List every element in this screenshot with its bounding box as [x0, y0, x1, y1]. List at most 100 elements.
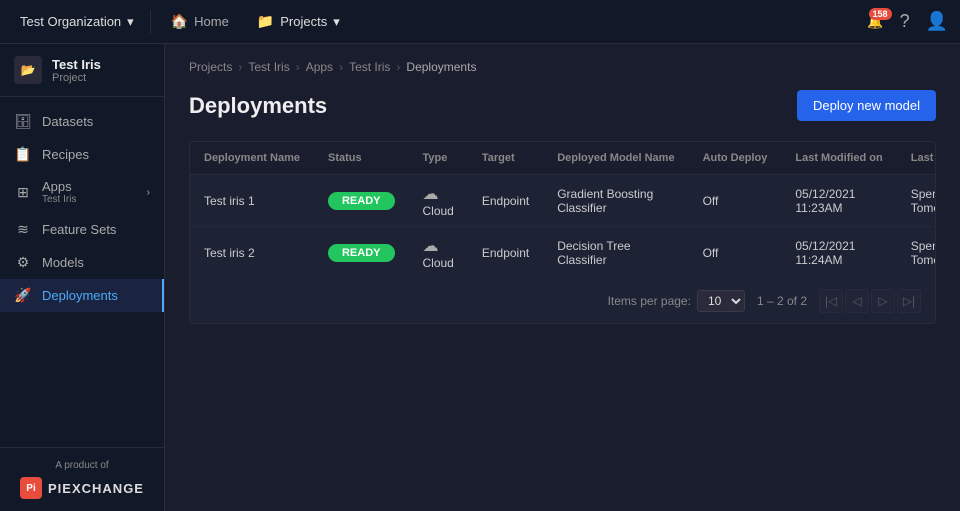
page-header: Deployments Deploy new model — [189, 90, 936, 121]
breadcrumb-sep-1: › — [238, 60, 242, 74]
main-content: Projects › Test Iris › Apps › Test Iris … — [165, 44, 960, 511]
sidebar-item-label: Deployments — [42, 288, 118, 303]
cell-modified-by: Spencer Tomers — [897, 227, 936, 279]
items-per-page-label: Items per page: — [608, 294, 691, 308]
recipes-icon: 📋 — [14, 146, 32, 163]
col-last-modified-on: Last Modified on — [781, 142, 896, 175]
pagination-row: Items per page: 10 25 50 1 – 2 of 2 |◁ ◁… — [190, 279, 935, 323]
cell-type: ☁ Cloud — [409, 227, 468, 279]
sidebar-nav: 🗄 Datasets 📋 Recipes ⊞ Apps Test Iris › … — [0, 97, 164, 447]
sidebar-item-models[interactable]: ⚙ Models — [0, 246, 164, 279]
status-badge: READY — [328, 192, 395, 210]
cell-auto-deploy: Off — [689, 175, 782, 227]
feature-sets-icon: ≋ — [14, 221, 32, 238]
table-row: Test iris 1 READY ☁ Cloud Endpoint Gradi… — [190, 175, 936, 227]
home-label: Home — [194, 14, 229, 29]
breadcrumb-test-iris-1[interactable]: Test Iris — [248, 60, 289, 74]
cell-target: Endpoint — [468, 175, 543, 227]
sidebar-item-label: Feature Sets — [42, 222, 116, 237]
cloud-icon: ☁ — [423, 186, 439, 203]
help-icon[interactable]: ? — [900, 11, 910, 32]
sidebar-footer: A product of Pi PIEXCHANGE — [0, 447, 164, 511]
project-info: Test Iris Project — [52, 57, 150, 84]
project-name: Test Iris — [52, 57, 150, 72]
breadcrumb-sep-4: › — [396, 60, 400, 74]
deployments-table: Deployment Name Status Type Target Deplo… — [190, 142, 936, 279]
col-type: Type — [409, 142, 468, 175]
breadcrumb-projects[interactable]: Projects — [189, 60, 232, 74]
sidebar-item-label: Recipes — [42, 147, 89, 162]
sidebar-item-apps[interactable]: ⊞ Apps Test Iris › — [0, 171, 164, 213]
sidebar-item-recipes[interactable]: 📋 Recipes — [0, 138, 164, 171]
logo-text: PIEXCHANGE — [48, 481, 144, 496]
projects-chevron-icon: ▾ — [333, 14, 340, 30]
cloud-icon: ☁ — [423, 238, 439, 255]
col-deployed-model-name: Deployed Model Name — [543, 142, 688, 175]
org-chevron-icon: ▾ — [127, 14, 134, 30]
items-per-page: Items per page: 10 25 50 — [608, 290, 745, 312]
folder-icon: 📁 — [257, 13, 274, 30]
breadcrumb-test-iris-2[interactable]: Test Iris — [349, 60, 390, 74]
table-row: Test iris 2 READY ☁ Cloud Endpoint Decis… — [190, 227, 936, 279]
org-selector[interactable]: Test Organization ▾ — [12, 10, 142, 34]
logo-icon: Pi — [20, 477, 42, 499]
sidebar-project: 📂 Test Iris Project — [0, 44, 164, 97]
user-icon[interactable]: 👤 — [926, 11, 948, 32]
sidebar-item-feature-sets[interactable]: ≋ Feature Sets — [0, 213, 164, 246]
cell-model-name: Gradient Boosting Classifier — [543, 175, 688, 227]
cell-status: READY — [314, 175, 409, 227]
cell-target: Endpoint — [468, 227, 543, 279]
table-header-row: Deployment Name Status Type Target Deplo… — [190, 142, 936, 175]
per-page-select[interactable]: 10 25 50 — [697, 290, 745, 312]
breadcrumb-apps[interactable]: Apps — [306, 60, 333, 74]
pagination-buttons: |◁ ◁ ▷ ▷| — [819, 289, 921, 313]
cell-type: ☁ Cloud — [409, 175, 468, 227]
nav-divider — [150, 10, 151, 34]
first-page-button[interactable]: |◁ — [819, 289, 843, 313]
footer-tagline: A product of — [55, 460, 108, 471]
col-auto-deploy: Auto Deploy — [689, 142, 782, 175]
nav-projects[interactable]: 📁 Projects ▾ — [245, 7, 352, 36]
page-title: Deployments — [189, 93, 327, 119]
deployments-table-container: Deployment Name Status Type Target Deplo… — [189, 141, 936, 324]
projects-label: Projects — [280, 14, 327, 29]
breadcrumb-sep-2: › — [296, 60, 300, 74]
sidebar-item-deployments[interactable]: 🚀 Deployments — [0, 279, 164, 312]
deploy-new-model-button[interactable]: Deploy new model — [797, 90, 936, 121]
col-last-modified-by: Last Modified by — [897, 142, 936, 175]
cell-modified-by: Spencer Tomers — [897, 175, 936, 227]
breadcrumb: Projects › Test Iris › Apps › Test Iris … — [189, 60, 936, 74]
cell-auto-deploy: Off — [689, 227, 782, 279]
status-badge: READY — [328, 244, 395, 262]
last-page-button[interactable]: ▷| — [897, 289, 921, 313]
project-label: Project — [52, 72, 150, 84]
top-nav: Test Organization ▾ 🏠 Home 📁 Projects ▾ … — [0, 0, 960, 44]
apps-sublabel: Test Iris — [42, 194, 137, 205]
breadcrumb-sep-3: › — [339, 60, 343, 74]
home-icon: 🏠 — [171, 13, 188, 30]
page-info: 1 – 2 of 2 — [757, 294, 807, 308]
models-icon: ⚙ — [14, 254, 32, 271]
nav-right: 🔔 158 ? 👤 — [867, 11, 948, 32]
cell-last-modified-on: 05/12/202111:24AM — [781, 227, 896, 279]
nav-home[interactable]: 🏠 Home — [159, 7, 241, 36]
prev-page-button[interactable]: ◁ — [845, 289, 869, 313]
sidebar-item-label: Models — [42, 255, 84, 270]
next-page-button[interactable]: ▷ — [871, 289, 895, 313]
apps-icon: ⊞ — [14, 184, 32, 201]
cell-model-name: Decision Tree Classifier — [543, 227, 688, 279]
org-name: Test Organization — [20, 14, 121, 29]
logo-area: Pi PIEXCHANGE — [20, 477, 144, 499]
datasets-icon: 🗄 — [14, 113, 32, 130]
col-deployment-name: Deployment Name — [190, 142, 314, 175]
sidebar-item-label: Datasets — [42, 114, 93, 129]
apps-arrow-icon: › — [147, 187, 150, 198]
notifications-button[interactable]: 🔔 158 — [867, 14, 883, 30]
nav-items: 🏠 Home 📁 Projects ▾ — [159, 7, 352, 36]
sidebar-item-datasets[interactable]: 🗄 Datasets — [0, 105, 164, 138]
cell-last-modified-on: 05/12/202111:23AM — [781, 175, 896, 227]
cell-status: READY — [314, 227, 409, 279]
breadcrumb-current: Deployments — [406, 60, 476, 74]
apps-label: Apps — [42, 179, 137, 194]
cell-deployment-name: Test iris 2 — [190, 227, 314, 279]
